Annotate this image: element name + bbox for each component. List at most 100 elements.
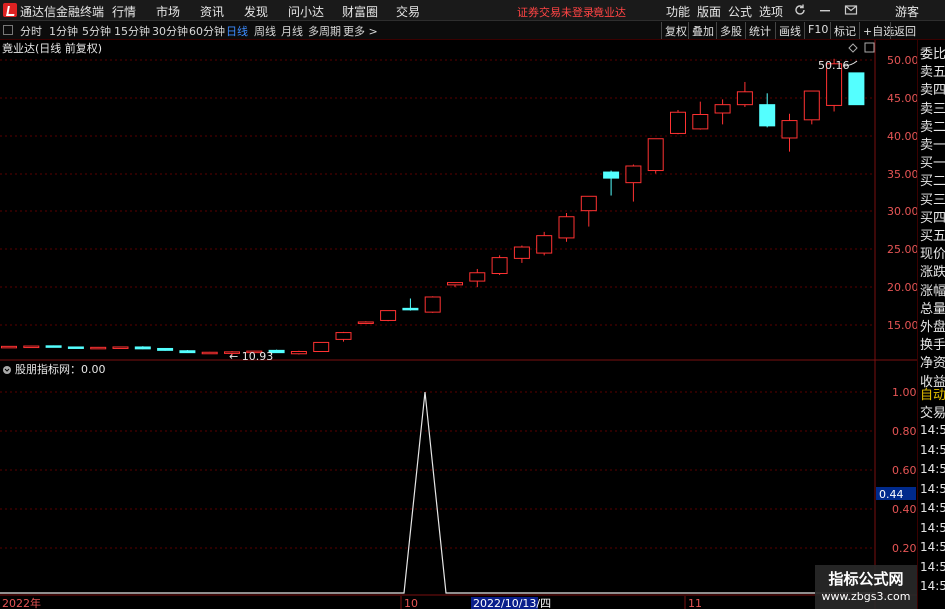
quote-label: 外盘 [920, 320, 945, 335]
period-30min[interactable]: 30分钟 [152, 23, 188, 39]
y-tick: 45.00 [887, 92, 917, 105]
low-annotation: ← 10.93 [229, 350, 273, 363]
candle-body [67, 346, 84, 349]
period-more[interactable]: 更多 > [343, 23, 378, 39]
quote-label: 涨幅 [920, 283, 945, 299]
candle-body [513, 246, 530, 259]
ind-y-tick: 0.80 [892, 425, 917, 438]
watermark-url: www.zbgs3.com [821, 590, 911, 603]
tool-f10[interactable]: F10 [804, 22, 831, 39]
candle-body [803, 90, 820, 121]
kline-chart[interactable]: 竟业达(日线 前复权) 50.00 45.00 40.00 35.00 30.0… [0, 40, 917, 609]
tool-adjust[interactable]: 复权 [661, 22, 690, 39]
menu-functions[interactable]: 功能 [666, 3, 690, 20]
period-monthly[interactable]: 月线 [281, 23, 303, 39]
period-weekly[interactable]: 周线 [254, 23, 276, 39]
tool-overlay[interactable]: 叠加 [688, 22, 717, 39]
period-15min[interactable]: 15分钟 [114, 23, 150, 39]
tick-time: 14:56 [920, 442, 945, 457]
candle-body [781, 120, 798, 139]
candle-body [558, 216, 575, 239]
quote-label: 买四 [920, 210, 945, 226]
period-multi[interactable]: 多周期 [308, 23, 341, 39]
candle-body [201, 351, 218, 355]
time-label-nov: 11 [688, 597, 702, 609]
menu-layout[interactable]: 版面 [697, 3, 721, 20]
candle-body [45, 345, 62, 348]
watermark: 指标公式网 www.zbgs3.com [815, 565, 917, 609]
tool-mark[interactable]: 标记 [830, 22, 859, 39]
tick-time: 14:56 [920, 579, 945, 593]
indicator-axis: 1.00 0.80 0.60 0.40 0.20 [892, 386, 917, 555]
tool-back[interactable]: 返回 [890, 22, 919, 39]
tick-time: 14:56 [920, 423, 945, 437]
trade-login-status[interactable]: 证券交易未登录 [517, 4, 594, 20]
candle-body [625, 165, 642, 184]
auto-trade-toggle[interactable]: 自动 [920, 384, 945, 403]
period-5min[interactable]: 5分钟 [82, 23, 111, 39]
y-tick: 25.00 [887, 243, 917, 256]
tick-time: 14:56 [920, 520, 945, 535]
period-daily[interactable]: 日线 [226, 23, 248, 39]
quote-label: 现价 [920, 247, 945, 263]
menu-discover[interactable]: 发现 [244, 3, 268, 20]
period-1min[interactable]: 1分钟 [49, 23, 78, 39]
cursor-date: 2022/10/13/四 [473, 597, 551, 609]
indicator-menu-icon[interactable] [3, 366, 11, 374]
candle-body [335, 332, 352, 340]
y-tick: 50.00 [887, 54, 917, 67]
quote-label: 委比 [920, 47, 945, 62]
minimize-icon[interactable] [818, 3, 832, 17]
menu-options[interactable]: 选项 [759, 3, 783, 20]
candle-body [23, 345, 40, 349]
period-60min[interactable]: 60分钟 [189, 23, 225, 39]
quote-label: 卖一 [920, 138, 945, 153]
refresh-icon[interactable] [793, 3, 807, 17]
status-stock-name: 竟业达 [593, 6, 626, 19]
user-label[interactable]: 游客 [895, 3, 919, 20]
y-tick: 30.00 [887, 205, 917, 218]
collapse-icon[interactable] [3, 25, 13, 35]
trade-label: 交易 [920, 406, 945, 421]
candle-body [313, 341, 330, 352]
y-tick: 20.00 [887, 281, 917, 294]
menu-formula[interactable]: 公式 [728, 3, 752, 20]
indicator-line [0, 391, 875, 594]
candle-body [447, 282, 463, 286]
menu-trade[interactable]: 交易 [396, 3, 420, 20]
candle-body [469, 272, 486, 282]
y-tick: 15.00 [887, 319, 917, 332]
quote-label: 卖四 [920, 83, 945, 99]
indicator-title: 股朋指标网：0.00 [15, 362, 106, 376]
price-axis: 50.00 45.00 40.00 35.00 30.00 25.00 20.0… [887, 54, 917, 332]
period-intraday[interactable]: 分时 [20, 23, 42, 39]
quote-label: 卖三 [920, 101, 945, 117]
menu-news[interactable]: 资讯 [200, 3, 224, 20]
panel-toggle-icon[interactable] [864, 42, 875, 53]
mail-icon[interactable] [844, 3, 858, 17]
menu-market[interactable]: 市场 [156, 3, 180, 20]
candle-body [1, 345, 17, 349]
quote-label: 买二 [920, 174, 945, 190]
candle-body [424, 296, 441, 313]
app-logo-icon [3, 3, 17, 17]
quote-label: 净资 [920, 356, 945, 372]
candle-body [603, 171, 620, 179]
menu-market-quotes[interactable]: 行情 [112, 3, 136, 20]
tick-time: 14:56 [920, 540, 945, 554]
tool-multi-stock[interactable]: 多股 [716, 22, 745, 39]
app-title: 通达信金融终端 [20, 5, 105, 19]
menu-wealth-circle[interactable]: 财富圈 [342, 3, 378, 20]
candle-body [134, 346, 151, 350]
period-toolbar: 分时 1分钟 5分钟 15分钟 30分钟 60分钟 日线 周线 月线 多周期 更… [0, 21, 945, 40]
candles [1, 58, 865, 356]
tool-draw-line[interactable]: 画线 [775, 22, 804, 39]
time-label-year: 2022年 [2, 596, 41, 609]
candle-body [179, 350, 196, 354]
menu-bar: 通达信金融终端 行情 市场 资讯 发现 问小达 财富圈 交易 证券交易未登录 竟… [0, 0, 945, 21]
diamond-icon[interactable] [848, 43, 858, 53]
tick-time: 14:56 [920, 559, 945, 574]
menu-ask-assistant[interactable]: 问小达 [288, 3, 324, 20]
tool-statistics[interactable]: 统计 [745, 22, 774, 39]
candle-body [290, 351, 307, 355]
